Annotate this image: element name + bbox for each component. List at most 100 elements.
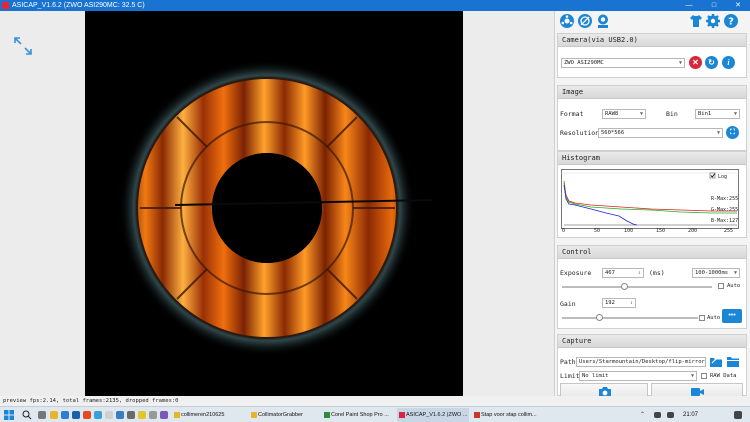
taskbar-item-label: collimeren210625 (181, 412, 225, 418)
file-explorer-icon[interactable] (50, 411, 58, 419)
taskbar-item-asicap[interactable]: ASICAP_V1.6.2 (ZWO ... (397, 408, 469, 422)
camera-select[interactable]: ZWO ASI290MC ▼ (561, 58, 685, 68)
path-value: Users/Starmountain/Desktop/flip-mirror (579, 359, 705, 365)
task-view-icon[interactable] (38, 411, 46, 419)
app-icon-3[interactable] (138, 411, 146, 419)
gain-slider[interactable] (562, 317, 698, 319)
edge-icon[interactable] (94, 411, 102, 419)
store-icon[interactable] (61, 411, 69, 419)
help-icon[interactable]: ? (723, 13, 739, 29)
title-bar: ASICAP_V1.6.2 (ZWO ASI290MC: 32.5 C) — □… (0, 0, 750, 11)
image-panel-header: Image (558, 86, 746, 99)
exposure-unit: (ms) (649, 269, 665, 277)
gain-slider-knob[interactable] (595, 314, 603, 321)
firefox-icon[interactable] (83, 411, 91, 419)
exposure-label: Exposure (560, 269, 592, 277)
histogram-tick-0: 0 (562, 228, 566, 234)
clock-time: 21:07 (683, 412, 699, 418)
capture-panel-header: Capture (558, 335, 746, 348)
asicap-icon (399, 412, 405, 418)
exposure-slider-knob[interactable] (620, 283, 628, 290)
format-select[interactable]: RAW8 ▼ (602, 109, 646, 119)
app-icon-2[interactable] (127, 411, 135, 419)
histogram-chart: R-Max:255 G-Max:255 B-Max:127 Log (561, 169, 739, 229)
gain-auto-checkbox[interactable] (699, 315, 705, 321)
exposure-input[interactable]: 467 ⇕ (602, 268, 644, 278)
bin-label: Bin (666, 110, 678, 118)
folder-icon[interactable] (726, 355, 740, 368)
histogram-tick-50: 50 (594, 228, 601, 234)
minimize-button[interactable]: — (678, 0, 700, 11)
path-input[interactable]: Users/Starmountain/Desktop/flip-mirror (576, 357, 706, 367)
disconnect-camera-icon[interactable]: ✕ (689, 56, 702, 69)
histogram-tick-150: 150 (656, 228, 666, 234)
expand-arrows-icon[interactable] (12, 35, 34, 57)
exposure-range-select[interactable]: 100-1000ms ▼ (692, 268, 740, 278)
taskbar-item-stap-voor-stap[interactable]: Stap voor stap collim... (472, 408, 544, 422)
camera-wheel-icon[interactable] (559, 13, 575, 29)
control-panel-header: Control (558, 246, 746, 259)
windows-start-icon[interactable] (4, 410, 14, 420)
path-label: Path (560, 358, 576, 366)
limit-select[interactable]: No limit ▼ (579, 371, 697, 381)
network-icon[interactable] (654, 412, 661, 418)
gain-input[interactable]: 192 ⇕ (602, 298, 636, 308)
paint-icon (324, 412, 330, 418)
bin-select[interactable]: Bin1 ▼ (695, 109, 740, 119)
focuser-icon[interactable] (577, 13, 593, 29)
more-controls-button[interactable]: ••• (722, 309, 742, 323)
taskbar-item-label: Stap voor stap collim... (481, 412, 537, 418)
refresh-icon[interactable]: ↻ (705, 56, 718, 69)
control-sidebar: ? Camera(via USB2.0) ZWO ASI290MC ▼ ✕ ↻ … (554, 11, 750, 403)
gain-label: Gain (560, 300, 576, 308)
histogram-tick-row: 0 50 100 150 200 255 (561, 228, 739, 236)
resolution-select[interactable]: 560*566 ▼ (598, 128, 723, 138)
histogram-panel: Histogram R-Max:255 G-Max:255 B-Max:127 … (557, 151, 747, 238)
gain-auto-label: Auto (707, 315, 721, 321)
app-icon-4[interactable] (149, 411, 157, 419)
resolution-label: Resolution (560, 129, 600, 137)
spinner-icon: ⇕ (637, 270, 641, 276)
shirt-icon[interactable] (688, 13, 704, 29)
app-icon-5[interactable] (160, 411, 168, 419)
settings-gear-icon[interactable] (705, 13, 721, 29)
search-icon[interactable] (22, 410, 32, 420)
window-title: ASICAP_V1.6.2 (ZWO ASI290MC: 32.5 C) (12, 2, 145, 9)
chevron-down-icon: ▼ (639, 111, 643, 117)
pdf-icon (474, 412, 480, 418)
log-label: Log (718, 174, 727, 180)
taskbar: collimeren210625 CollimatorGrabber Corel… (0, 406, 750, 422)
taskbar-item-label: Corel Paint Shop Pro ... (331, 412, 389, 418)
open-folder-icon[interactable] (709, 355, 723, 368)
chrome-icon[interactable] (105, 411, 113, 419)
chevron-down-icon: ▼ (733, 111, 737, 117)
exposure-slider[interactable] (562, 286, 712, 288)
exposure-auto-checkbox[interactable] (718, 283, 724, 289)
top-icon-bar: ? (555, 11, 750, 31)
folder-icon (251, 412, 257, 418)
taskbar-item-corel[interactable]: Corel Paint Shop Pro ... (322, 408, 395, 422)
close-window-button[interactable]: ✕ (727, 0, 749, 11)
app-icon-1[interactable] (116, 411, 124, 419)
taskbar-item-collimatorgrabber[interactable]: CollimatorGrabber (249, 408, 319, 422)
camera-panel-header: Camera(via USB2.0) (558, 34, 746, 47)
limit-label: Limit (560, 372, 580, 380)
roi-icon[interactable]: ⛶ (726, 126, 739, 139)
taskbar-item-label: ASICAP_V1.6.2 (ZWO ... (406, 412, 468, 418)
taskbar-item-collimeren[interactable]: collimeren210625 (172, 408, 247, 422)
folder-icon (174, 412, 180, 418)
app-icon (2, 2, 9, 9)
notifications-icon[interactable] (734, 411, 742, 419)
image-panel: Image Format RAW8 ▼ Bin Bin1 ▼ Resolution … (557, 85, 747, 151)
mail-icon[interactable] (72, 411, 80, 419)
log-checkbox[interactable] (709, 172, 716, 179)
format-label: Format (560, 110, 584, 118)
maximize-button[interactable]: □ (703, 0, 725, 11)
info-icon[interactable]: i (722, 56, 735, 69)
green-max-text: G-Max:255 (711, 207, 738, 213)
guide-icon[interactable] (595, 13, 611, 29)
raw-data-checkbox[interactable] (701, 373, 707, 379)
chevron-down-icon: ▼ (690, 373, 694, 379)
volume-icon[interactable] (667, 412, 674, 418)
tray-chevron-icon[interactable]: ⌃ (640, 411, 645, 418)
